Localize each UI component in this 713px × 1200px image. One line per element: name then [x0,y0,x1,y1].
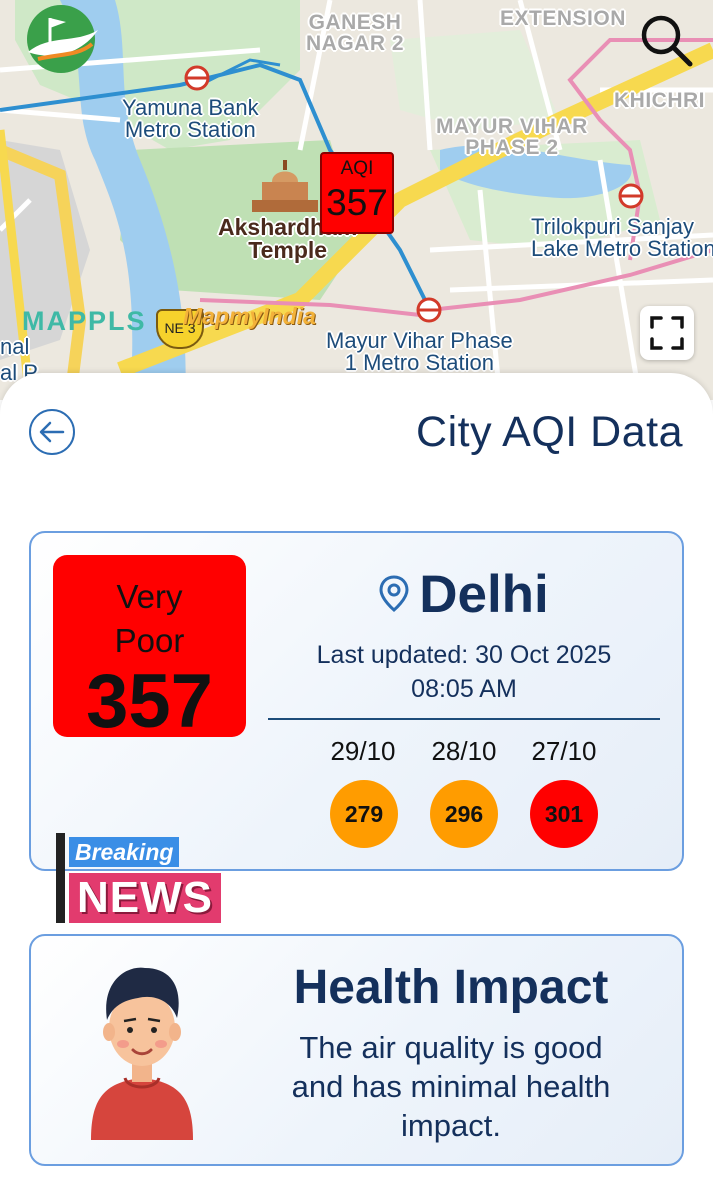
health-impact-title: Health Impact [293,961,609,1014]
expand-map-button[interactable] [640,306,694,360]
expand-icon [650,316,684,350]
area-label: GANESH NAGAR 2 [306,11,405,55]
edge-label: nal [0,334,30,359]
metro-station-icon [618,183,644,209]
history-aqi-badge: 279 [330,780,398,848]
map-view[interactable]: GANESH NAGAR 2 EXTENSION KHICHRI MAYUR V… [0,0,713,400]
history-date: 29/10 [330,736,396,766]
area-label: MAYUR VIHAR PHASE 2 [436,115,588,159]
station-label-trilokpuri: Trilokpuri Sanjay Lake Metro Station [531,214,713,261]
station-label-mayur-vihar: Mayur Vihar Phase 1 Metro Station [326,328,513,375]
page-title: City AQI Data [416,408,683,456]
leaf-flag-logo-icon[interactable] [20,4,102,74]
area-label: KHICHRI [614,89,705,112]
search-button[interactable] [636,10,696,70]
city-row: Delhi [268,563,660,625]
person-avatar-icon [83,960,201,1140]
history-aqi-badge: 296 [430,780,498,848]
mapmyindia-logo: MapmyIndia [183,303,316,329]
back-arrow-icon [39,421,65,443]
city-name: Delhi [419,564,549,624]
aqi-value: 357 [86,659,213,744]
search-icon [641,15,693,67]
news-label: NEWS [69,873,221,923]
aqi-status-box: Very Poor 357 [53,555,246,741]
breaking-label: Breaking [69,837,180,867]
divider [268,718,660,720]
mappls-logo: MAPPLS [22,306,147,336]
history-date: 28/10 [431,736,497,766]
breaking-news-badge[interactable]: Breaking NEWS [56,833,246,925]
history-date: 27/10 [531,736,597,766]
back-button[interactable] [29,409,75,455]
metro-station-icon [184,65,210,91]
last-updated: Last updated: 30 Oct 2025 08:05 AM [316,641,612,703]
metro-station-icon [416,297,442,323]
health-impact-text: The air quality is good and has minimal … [291,1030,611,1143]
aqi-marker-value: 357 [326,182,388,223]
aqi-map-marker[interactable]: AQI 357 [320,152,394,234]
area-label: EXTENSION [500,7,626,30]
history-aqi-badge: 301 [530,780,598,848]
aqi-category: Very Poor [114,578,185,659]
station-label-yamuna: Yamuna Bank Metro Station [122,95,259,142]
aqi-marker-label: AQI [340,158,374,179]
location-pin-icon [379,575,409,612]
breaking-bar [56,833,65,923]
